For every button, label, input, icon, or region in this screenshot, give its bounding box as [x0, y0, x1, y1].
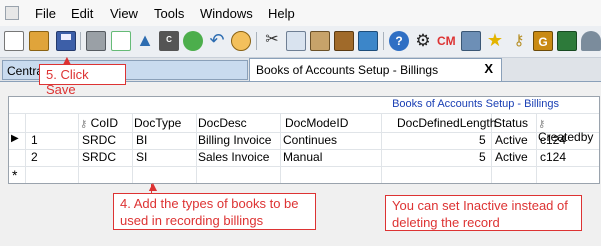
cell-docdefinedlength[interactable]: 5 [479, 133, 486, 148]
cell-docmodeid[interactable]: Manual [283, 150, 322, 165]
cell-coid[interactable]: SRDC [82, 133, 116, 148]
row-number: 1 [31, 133, 38, 147]
column-header-status[interactable]: Status [494, 116, 528, 131]
find-icon[interactable] [231, 31, 251, 51]
cell-status[interactable]: Active [495, 150, 528, 165]
toolbar-separator [80, 32, 81, 50]
preview-icon[interactable] [111, 31, 131, 51]
cell-createdby[interactable]: c124 [540, 133, 566, 148]
cell-createdby[interactable]: c124 [540, 150, 566, 165]
menu-tools[interactable]: Tools [154, 6, 184, 21]
menu-bar: File Edit View Tools Windows Help [0, 0, 601, 26]
annotation-text: 4. Add the types of books to be used in … [120, 196, 299, 228]
column-header-docdefinedlength[interactable]: DocDefinedLength [397, 116, 496, 131]
current-row-indicator: ▶ [11, 133, 19, 144]
column-header-docmodeid[interactable]: DocModeID [285, 116, 348, 131]
paste-icon[interactable] [310, 31, 330, 51]
copy-icon[interactable] [286, 31, 306, 51]
annotation-add-types: 4. Add the types of books to be used in … [113, 193, 316, 230]
menu-help[interactable]: Help [268, 6, 295, 21]
toolbar: ▲ C ↶ ✂ ? ⚙ CM ★ ⚷ G [0, 26, 601, 58]
menu-windows[interactable]: Windows [200, 6, 253, 21]
grid-line [9, 113, 599, 114]
key-icon: ⚷ [80, 119, 88, 130]
cell-status[interactable]: Active [495, 133, 528, 148]
grid-line [9, 183, 600, 184]
key-icon[interactable]: ⚷ [509, 31, 529, 51]
annotation-arrow: ▲ [146, 178, 160, 194]
toolbar-separator [383, 32, 384, 50]
new-icon[interactable] [4, 31, 24, 51]
undo-icon[interactable]: ↶ [207, 31, 227, 51]
toolbar-separator [256, 32, 257, 50]
cell-docdefinedlength[interactable]: 5 [479, 150, 486, 165]
column-header-doctype[interactable]: DocType [134, 116, 181, 131]
annotation-text: You can set Inactive instead of deleting… [392, 198, 568, 230]
paint-icon[interactable] [557, 31, 577, 51]
favorite-icon[interactable]: ★ [485, 31, 505, 51]
settings-icon[interactable]: ⚙ [413, 31, 433, 51]
cell-doctype[interactable]: SI [136, 150, 147, 165]
tab-books-of-accounts[interactable]: Books of Accounts Setup - Billings X [249, 58, 502, 81]
cell-coid[interactable]: SRDC [82, 150, 116, 165]
menu-file[interactable]: File [35, 6, 56, 21]
annotation-click-save: 5. Click Save [39, 64, 126, 97]
list-icon[interactable] [358, 31, 378, 51]
data-grid: Books of Accounts Setup - Billings ⚷ CoI… [8, 96, 600, 184]
cell-docdesc[interactable]: Sales Invoice [198, 150, 269, 165]
grid-caption: Books of Accounts Setup - Billings [392, 98, 559, 110]
menu-view[interactable]: View [110, 6, 138, 21]
cell-docmodeid[interactable]: Continues [283, 133, 337, 148]
cell-doctype[interactable]: BI [136, 133, 147, 148]
tools-icon[interactable] [461, 31, 481, 51]
annotation-set-inactive: You can set Inactive instead of deleting… [385, 195, 582, 231]
up-icon[interactable]: ▲ [135, 31, 155, 51]
menu-edit[interactable]: Edit [71, 6, 93, 21]
app-icon [5, 6, 19, 20]
cm-icon[interactable]: CM [437, 31, 457, 51]
tab-books-label: Books of Accounts Setup - Billings [256, 63, 439, 77]
calculator-icon[interactable]: C [159, 31, 179, 51]
open-icon[interactable] [29, 31, 49, 51]
row-number: 2 [31, 150, 38, 164]
key-icon: ⚷ [538, 119, 546, 130]
help-icon[interactable]: ? [389, 31, 409, 51]
column-header-createdby[interactable]: ⚷ Createdby [538, 116, 599, 144]
refresh-icon[interactable] [183, 31, 203, 51]
cut-icon[interactable]: ✂ [262, 31, 282, 51]
column-header-docdesc[interactable]: DocDesc [198, 116, 247, 131]
cell-docdesc[interactable]: Billing Invoice [198, 133, 271, 148]
column-header-coid[interactable]: ⚷ CoID [80, 116, 118, 131]
user-icon[interactable] [581, 31, 601, 51]
g-icon[interactable]: G [533, 31, 553, 51]
save-icon[interactable] [56, 31, 76, 51]
close-icon[interactable]: X [484, 61, 493, 76]
new-row-indicator[interactable]: * [12, 167, 17, 183]
column-header-label: CoID [90, 116, 119, 130]
grid-icon[interactable] [334, 31, 354, 51]
print-icon[interactable] [86, 31, 106, 51]
